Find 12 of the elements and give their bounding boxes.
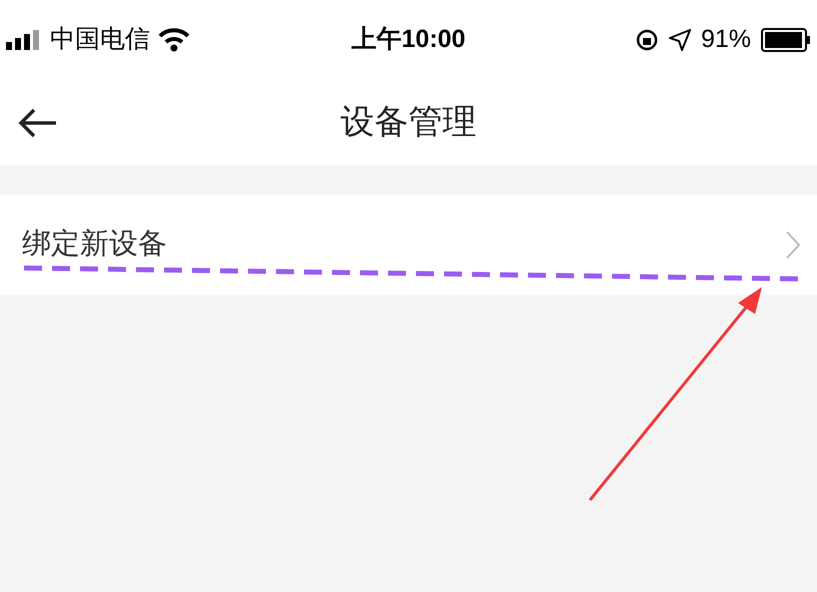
wifi-icon <box>158 28 190 52</box>
page-title: 设备管理 <box>340 102 476 143</box>
back-arrow-icon <box>18 108 58 138</box>
battery-icon <box>760 28 811 52</box>
menu-row[interactable]: 绑定新设备 <box>0 195 817 295</box>
rotation-lock-icon <box>634 28 659 52</box>
signal-icon <box>6 30 42 50</box>
chevron-right-icon <box>785 230 801 260</box>
status-time: 上午10:00 <box>352 24 466 56</box>
location-arrow-icon <box>668 29 691 51</box>
carrier-name: 中国电信 <box>50 24 150 56</box>
battery-percentage: 91% <box>700 24 751 56</box>
